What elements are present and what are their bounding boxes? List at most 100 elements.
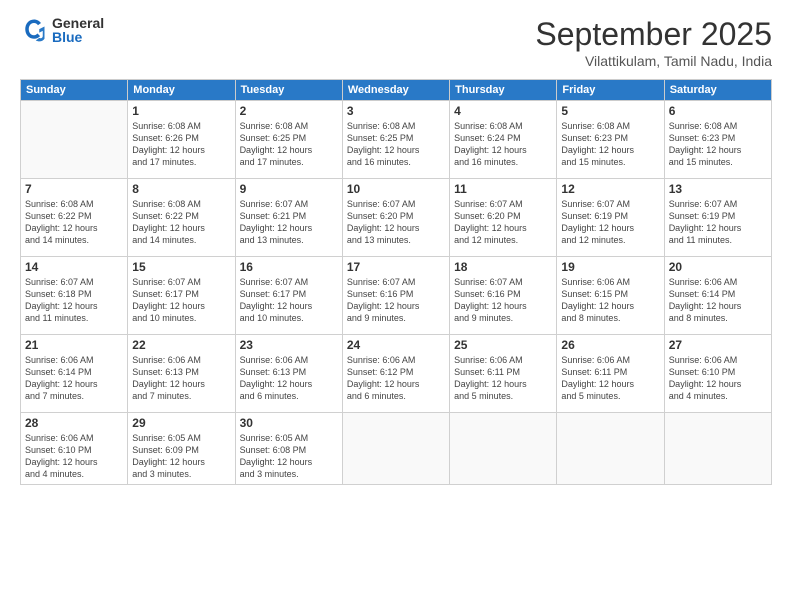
day-info: Sunrise: 6:08 AM Sunset: 6:24 PM Dayligh… [454,120,552,169]
logo-blue: Blue [52,30,104,44]
week-row-4: 21 Sunrise: 6:06 AM Sunset: 6:14 PM Dayli… [21,335,772,413]
calendar-cell: 2 Sunrise: 6:08 AM Sunset: 6:25 PM Daylig… [235,101,342,179]
calendar-cell [21,101,128,179]
calendar: SundayMondayTuesdayWednesdayThursdayFrid… [20,79,772,485]
day-info: Sunrise: 6:06 AM Sunset: 6:12 PM Dayligh… [347,354,445,403]
day-number: 23 [240,338,338,352]
calendar-cell: 15 Sunrise: 6:07 AM Sunset: 6:17 PM Dayli… [128,257,235,335]
day-info: Sunrise: 6:08 AM Sunset: 6:25 PM Dayligh… [347,120,445,169]
day-number: 8 [132,182,230,196]
calendar-cell: 10Sunrise: 6:07 AM Sunset: 6:20 PM Dayli… [342,179,449,257]
weekday-tuesday: Tuesday [235,80,342,101]
day-number: 12 [561,182,659,196]
day-number: 22 [132,338,230,352]
day-number: 25 [454,338,552,352]
day-info: Sunrise: 6:06 AM Sunset: 6:10 PM Dayligh… [25,432,123,481]
calendar-cell: 5 Sunrise: 6:08 AM Sunset: 6:23 PM Daylig… [557,101,664,179]
calendar-cell: 4 Sunrise: 6:08 AM Sunset: 6:24 PM Daylig… [450,101,557,179]
calendar-cell: 21 Sunrise: 6:06 AM Sunset: 6:14 PM Dayli… [21,335,128,413]
day-number: 20 [669,260,767,274]
day-info: Sunrise: 6:06 AM Sunset: 6:15 PM Dayligh… [561,276,659,325]
day-info: Sunrise: 6:08 AM Sunset: 6:26 PM Dayligh… [132,120,230,169]
calendar-cell: 29 Sunrise: 6:05 AM Sunset: 6:09 PM Dayli… [128,413,235,485]
calendar-cell [342,413,449,485]
calendar-cell [664,413,771,485]
calendar-cell: 19 Sunrise: 6:06 AM Sunset: 6:15 PM Dayli… [557,257,664,335]
calendar-cell: 6Sunrise: 6:08 AM Sunset: 6:23 PM Daylig… [664,101,771,179]
calendar-cell: 12 Sunrise: 6:07 AM Sunset: 6:19 PM Dayli… [557,179,664,257]
day-info: Sunrise: 6:07 AM Sunset: 6:19 PM Dayligh… [561,198,659,247]
day-info: Sunrise: 6:06 AM Sunset: 6:14 PM Dayligh… [25,354,123,403]
week-row-3: 14Sunrise: 6:07 AM Sunset: 6:18 PM Dayli… [21,257,772,335]
weekday-thursday: Thursday [450,80,557,101]
day-info: Sunrise: 6:08 AM Sunset: 6:25 PM Dayligh… [240,120,338,169]
month-title: September 2025 [535,16,772,53]
day-number: 17 [347,260,445,274]
weekday-wednesday: Wednesday [342,80,449,101]
logo-general: General [52,16,104,30]
location: Vilattikulam, Tamil Nadu, India [535,53,772,69]
day-info: Sunrise: 6:05 AM Sunset: 6:09 PM Dayligh… [132,432,230,481]
day-number: 16 [240,260,338,274]
day-number: 29 [132,416,230,430]
calendar-cell: 3Sunrise: 6:08 AM Sunset: 6:25 PM Daylig… [342,101,449,179]
day-number: 2 [240,104,338,118]
day-info: Sunrise: 6:07 AM Sunset: 6:17 PM Dayligh… [132,276,230,325]
day-number: 21 [25,338,123,352]
calendar-cell: 26Sunrise: 6:06 AM Sunset: 6:11 PM Dayli… [557,335,664,413]
day-info: Sunrise: 6:06 AM Sunset: 6:10 PM Dayligh… [669,354,767,403]
calendar-cell: 11Sunrise: 6:07 AM Sunset: 6:20 PM Dayli… [450,179,557,257]
day-info: Sunrise: 6:08 AM Sunset: 6:23 PM Dayligh… [561,120,659,169]
day-info: Sunrise: 6:06 AM Sunset: 6:13 PM Dayligh… [240,354,338,403]
title-section: September 2025 Vilattikulam, Tamil Nadu,… [535,16,772,69]
weekday-sunday: Sunday [21,80,128,101]
day-number: 30 [240,416,338,430]
day-number: 19 [561,260,659,274]
calendar-cell: 17 Sunrise: 6:07 AM Sunset: 6:16 PM Dayli… [342,257,449,335]
day-info: Sunrise: 6:08 AM Sunset: 6:22 PM Dayligh… [132,198,230,247]
day-info: Sunrise: 6:07 AM Sunset: 6:21 PM Dayligh… [240,198,338,247]
weekday-header-row: SundayMondayTuesdayWednesdayThursdayFrid… [21,80,772,101]
day-number: 18 [454,260,552,274]
calendar-cell: 27Sunrise: 6:06 AM Sunset: 6:10 PM Dayli… [664,335,771,413]
weekday-saturday: Saturday [664,80,771,101]
day-number: 1 [132,104,230,118]
calendar-cell: 16 Sunrise: 6:07 AM Sunset: 6:17 PM Dayli… [235,257,342,335]
weekday-friday: Friday [557,80,664,101]
day-info: Sunrise: 6:07 AM Sunset: 6:16 PM Dayligh… [454,276,552,325]
calendar-cell: 24Sunrise: 6:06 AM Sunset: 6:12 PM Dayli… [342,335,449,413]
day-number: 15 [132,260,230,274]
calendar-cell: 18 Sunrise: 6:07 AM Sunset: 6:16 PM Dayli… [450,257,557,335]
calendar-cell: 9 Sunrise: 6:07 AM Sunset: 6:21 PM Daylig… [235,179,342,257]
day-number: 26 [561,338,659,352]
logo-icon [20,16,48,44]
logo-text: General Blue [52,16,104,44]
calendar-cell: 7Sunrise: 6:08 AM Sunset: 6:22 PM Daylig… [21,179,128,257]
calendar-cell [450,413,557,485]
calendar-cell [557,413,664,485]
day-number: 13 [669,182,767,196]
day-number: 5 [561,104,659,118]
day-info: Sunrise: 6:07 AM Sunset: 6:20 PM Dayligh… [347,198,445,247]
calendar-cell: 8 Sunrise: 6:08 AM Sunset: 6:22 PM Daylig… [128,179,235,257]
day-number: 9 [240,182,338,196]
day-info: Sunrise: 6:07 AM Sunset: 6:16 PM Dayligh… [347,276,445,325]
calendar-cell: 23 Sunrise: 6:06 AM Sunset: 6:13 PM Dayli… [235,335,342,413]
day-info: Sunrise: 6:05 AM Sunset: 6:08 PM Dayligh… [240,432,338,481]
day-number: 4 [454,104,552,118]
calendar-cell: 30 Sunrise: 6:05 AM Sunset: 6:08 PM Dayli… [235,413,342,485]
day-info: Sunrise: 6:07 AM Sunset: 6:17 PM Dayligh… [240,276,338,325]
calendar-cell: 22 Sunrise: 6:06 AM Sunset: 6:13 PM Dayli… [128,335,235,413]
day-info: Sunrise: 6:07 AM Sunset: 6:19 PM Dayligh… [669,198,767,247]
calendar-cell: 13 Sunrise: 6:07 AM Sunset: 6:19 PM Dayli… [664,179,771,257]
day-info: Sunrise: 6:06 AM Sunset: 6:13 PM Dayligh… [132,354,230,403]
week-row-5: 28 Sunrise: 6:06 AM Sunset: 6:10 PM Dayli… [21,413,772,485]
calendar-cell: 14Sunrise: 6:07 AM Sunset: 6:18 PM Dayli… [21,257,128,335]
calendar-cell: 20 Sunrise: 6:06 AM Sunset: 6:14 PM Dayli… [664,257,771,335]
day-number: 28 [25,416,123,430]
page-header: General Blue September 2025 Vilattikulam… [20,16,772,69]
week-row-2: 7Sunrise: 6:08 AM Sunset: 6:22 PM Daylig… [21,179,772,257]
calendar-cell: 1 Sunrise: 6:08 AM Sunset: 6:26 PM Daylig… [128,101,235,179]
day-info: Sunrise: 6:07 AM Sunset: 6:20 PM Dayligh… [454,198,552,247]
day-info: Sunrise: 6:06 AM Sunset: 6:14 PM Dayligh… [669,276,767,325]
